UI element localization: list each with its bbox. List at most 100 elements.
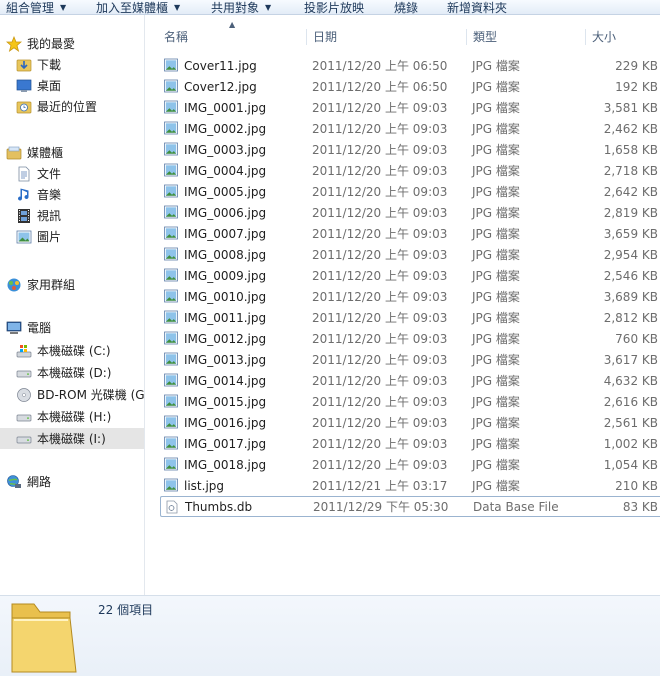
nav-recent-places-label: 最近的位置 <box>37 100 98 114</box>
nav-homegroup[interactable]: 家用群組 <box>6 274 150 295</box>
nav-drive-i-label: 本機磁碟 (I:) <box>37 432 106 446</box>
nav-network[interactable]: 網路 <box>6 471 150 492</box>
file-type: JPG 檔案 <box>472 437 520 451</box>
file-row[interactable]: Cover11.jpg 2011/12/20 上午 06:50 JPG 檔案 229 … <box>160 55 660 76</box>
file-type: JPG 檔案 <box>472 227 520 241</box>
file-row[interactable]: IMG_0007.jpg 2011/12/20 上午 09:03 JPG 檔案 3,6… <box>160 223 660 244</box>
image-file-icon <box>164 100 178 114</box>
file-name: Cover11.jpg <box>184 58 257 73</box>
nav-drive-g[interactable]: BD-ROM 光碟機 (G <box>16 384 160 405</box>
file-row[interactable]: IMG_0013.jpg 2011/12/20 上午 09:03 JPG 檔案 3,6… <box>160 349 660 370</box>
file-row[interactable]: IMG_0012.jpg 2011/12/20 上午 09:03 JPG 檔案 760… <box>160 328 660 349</box>
image-file-icon <box>164 205 178 219</box>
column-header-size[interactable]: 大小 <box>592 28 616 45</box>
nav-drive-i[interactable]: 本機磁碟 (I:) <box>0 428 144 449</box>
nav-favorites[interactable]: 我的最愛 <box>6 33 150 54</box>
nav-drive-c-label: 本機磁碟 (C:) <box>37 344 111 358</box>
file-size: 210 KB <box>615 478 658 493</box>
nav-drive-d[interactable]: 本機磁碟 (D:) <box>16 362 160 383</box>
file-date: 2011/12/21 上午 03:17 <box>312 479 448 493</box>
image-file-icon <box>164 163 178 177</box>
file-size: 192 KB <box>615 79 658 94</box>
file-row[interactable]: Thumbs.db 2011/12/29 下午 05:30 Data Base Fi… <box>160 496 660 517</box>
file-date: 2011/12/20 上午 09:03 <box>312 248 448 262</box>
image-file-icon <box>164 226 178 240</box>
file-row[interactable]: Cover12.jpg 2011/12/20 上午 06:50 JPG 檔案 192 … <box>160 76 660 97</box>
desktop-icon <box>16 78 32 94</box>
hard-drive-icon <box>16 431 32 447</box>
homegroup-icon <box>6 277 22 293</box>
nav-pictures[interactable]: 圖片 <box>16 226 160 247</box>
nav-libraries[interactable]: 媒體櫃 <box>6 142 150 163</box>
new-folder-button[interactable]: 新增資料夾 <box>447 0 507 16</box>
column-divider[interactable] <box>585 29 586 45</box>
slideshow-button[interactable]: 投影片放映 <box>304 0 364 16</box>
file-type: JPG 檔案 <box>472 122 520 136</box>
image-file-icon <box>164 289 178 303</box>
nav-documents[interactable]: 文件 <box>16 163 160 184</box>
nav-videos[interactable]: 視訊 <box>16 205 160 226</box>
file-row[interactable]: IMG_0002.jpg 2011/12/20 上午 09:03 JPG 檔案 2,4… <box>160 118 660 139</box>
nav-music[interactable]: 音樂 <box>16 184 160 205</box>
slideshow-label: 投影片放映 <box>304 1 365 15</box>
column-header-name[interactable]: 名稱 <box>164 28 188 45</box>
file-name: IMG_0015.jpg <box>184 394 267 409</box>
nav-downloads[interactable]: 下載 <box>16 54 160 75</box>
file-row[interactable]: IMG_0005.jpg 2011/12/20 上午 09:03 JPG 檔案 2,6… <box>160 181 660 202</box>
add-to-library-menu[interactable]: 加入至媒體櫃 ▼ <box>96 0 180 16</box>
image-file-icon <box>164 331 178 345</box>
nav-drive-g-label: BD-ROM 光碟機 (G <box>37 388 145 402</box>
column-divider[interactable] <box>306 29 307 45</box>
image-file-icon <box>164 247 178 261</box>
file-type: JPG 檔案 <box>472 290 520 304</box>
nav-recent-places[interactable]: 最近的位置 <box>16 96 160 117</box>
file-row[interactable]: IMG_0009.jpg 2011/12/20 上午 09:03 JPG 檔案 2,5… <box>160 265 660 286</box>
star-icon <box>6 35 22 52</box>
file-row[interactable]: IMG_0010.jpg 2011/12/20 上午 09:03 JPG 檔案 3,6… <box>160 286 660 307</box>
column-header-date[interactable]: 日期 <box>313 28 337 45</box>
file-row[interactable]: IMG_0001.jpg 2011/12/20 上午 09:03 JPG 檔案 3,5… <box>160 97 660 118</box>
file-row[interactable]: IMG_0011.jpg 2011/12/20 上午 09:03 JPG 檔案 2,8… <box>160 307 660 328</box>
nav-drive-d-label: 本機磁碟 (D:) <box>37 366 112 380</box>
file-row[interactable]: IMG_0004.jpg 2011/12/20 上午 09:03 JPG 檔案 2,7… <box>160 160 660 181</box>
file-row[interactable]: IMG_0018.jpg 2011/12/20 上午 09:03 JPG 檔案 1,0… <box>160 454 660 475</box>
file-size: 3,617 KB <box>603 352 658 367</box>
file-date: 2011/12/20 上午 09:03 <box>312 206 448 220</box>
file-size: 2,819 KB <box>603 205 658 220</box>
nav-drive-c[interactable]: 本機磁碟 (C:) <box>16 340 160 361</box>
file-date: 2011/12/20 上午 09:03 <box>312 122 448 136</box>
nav-homegroup-label: 家用群組 <box>27 278 76 292</box>
column-header-type[interactable]: 類型 <box>473 28 497 45</box>
burn-button[interactable]: 燒錄 <box>394 0 418 16</box>
file-size: 3,689 KB <box>603 289 658 304</box>
file-row[interactable]: IMG_0003.jpg 2011/12/20 上午 09:03 JPG 檔案 1,6… <box>160 139 660 160</box>
details-pane: 22 個項目 <box>0 595 660 676</box>
nav-computer[interactable]: 電腦 <box>6 317 150 338</box>
share-with-menu[interactable]: 共用對象 ▼ <box>211 0 271 16</box>
nav-favorites-label: 我的最愛 <box>27 37 76 51</box>
file-row[interactable]: IMG_0006.jpg 2011/12/20 上午 09:03 JPG 檔案 2,8… <box>160 202 660 223</box>
file-name: IMG_0017.jpg <box>184 436 267 451</box>
nav-desktop[interactable]: 桌面 <box>16 75 160 96</box>
file-date: 2011/12/20 上午 09:03 <box>312 227 448 241</box>
column-divider[interactable] <box>466 29 467 45</box>
file-date: 2011/12/20 上午 09:03 <box>312 416 448 430</box>
file-name: IMG_0016.jpg <box>184 415 267 430</box>
file-row[interactable]: IMG_0017.jpg 2011/12/20 上午 09:03 JPG 檔案 1,0… <box>160 433 660 454</box>
file-name: IMG_0001.jpg <box>184 100 267 115</box>
file-name: IMG_0008.jpg <box>184 247 267 262</box>
computer-icon <box>6 320 22 336</box>
file-row[interactable]: IMG_0014.jpg 2011/12/20 上午 09:03 JPG 檔案 4,6… <box>160 370 660 391</box>
file-row[interactable]: list.jpg 2011/12/21 上午 03:17 JPG 檔案 210 KB <box>160 475 660 496</box>
file-row[interactable]: IMG_0008.jpg 2011/12/20 上午 09:03 JPG 檔案 2,9… <box>160 244 660 265</box>
nav-documents-label: 文件 <box>37 167 62 181</box>
file-row[interactable]: IMG_0016.jpg 2011/12/20 上午 09:03 JPG 檔案 2,5… <box>160 412 660 433</box>
file-type: JPG 檔案 <box>472 416 520 430</box>
file-size: 760 KB <box>615 331 658 346</box>
music-note-icon <box>16 187 32 203</box>
nav-drive-h[interactable]: 本機磁碟 (H:) <box>16 406 160 427</box>
organize-menu[interactable]: 組合管理 ▼ <box>6 0 66 16</box>
file-row[interactable]: IMG_0015.jpg 2011/12/20 上午 09:03 JPG 檔案 2,6… <box>160 391 660 412</box>
file-date: 2011/12/20 上午 09:03 <box>312 164 448 178</box>
file-date: 2011/12/20 上午 06:50 <box>312 59 448 73</box>
